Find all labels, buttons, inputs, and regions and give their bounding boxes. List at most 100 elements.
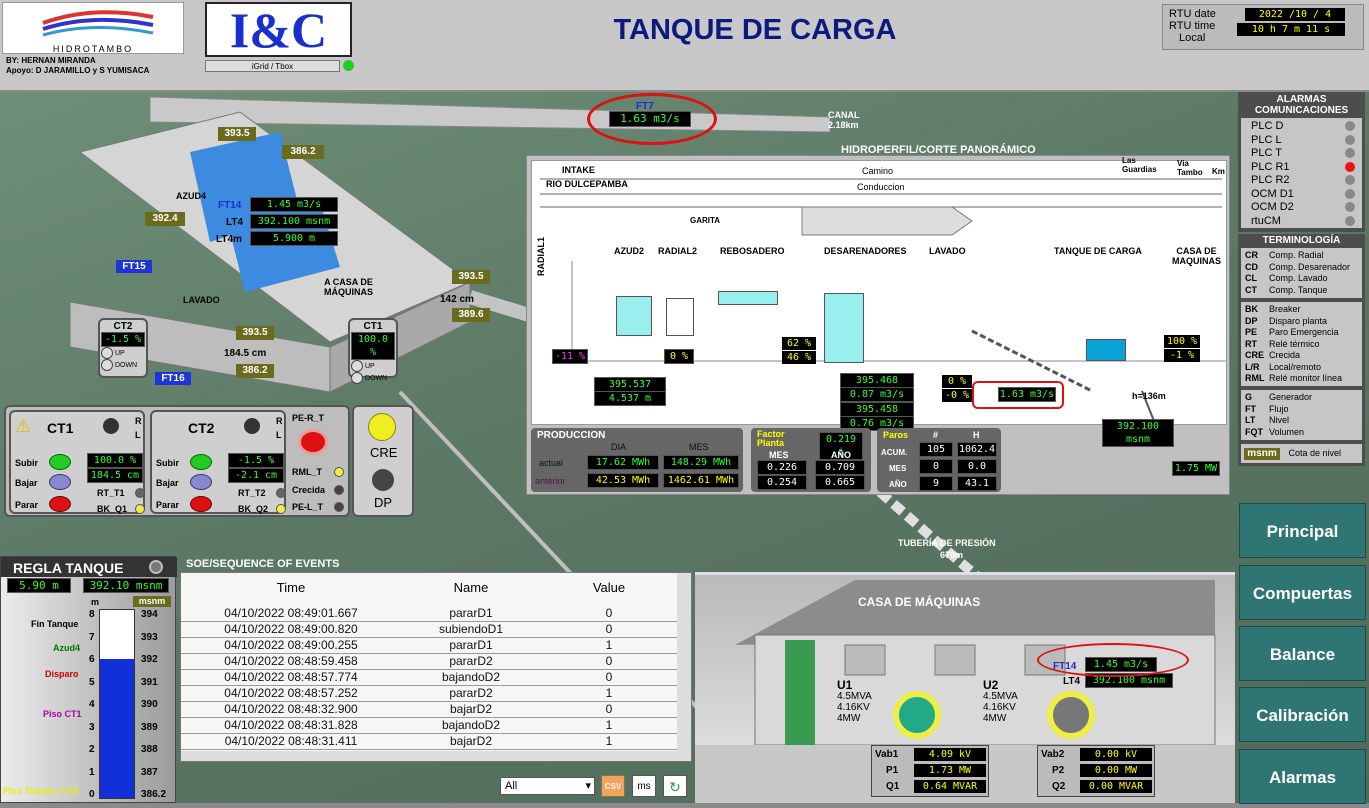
table-row[interactable]: 04/10/2022 08:48:31.411 bajarD2 1: [181, 733, 677, 750]
ct1-r: R: [135, 416, 142, 426]
emergency-stop-button[interactable]: [298, 429, 328, 455]
paros-mes-label: MES: [889, 464, 907, 473]
ct1-selector-icon[interactable]: [103, 418, 119, 434]
ct2-r: R: [276, 416, 283, 426]
soe-filter-select[interactable]: All ▾: [500, 777, 595, 795]
cd1-value: 62 %: [782, 337, 816, 350]
ct1-profile-value: 100 %: [1164, 335, 1200, 348]
table-row[interactable]: 04/10/2022 08:49:00.820 subiendoD1 0: [181, 621, 677, 638]
paros-ano-num: 9: [919, 476, 953, 491]
igrid-label[interactable]: iGrid / Tbox: [205, 60, 340, 72]
soe-cell-name: subiendoD1: [401, 621, 541, 638]
dp-indicator[interactable]: [372, 469, 394, 491]
term-desc: Flujo: [1269, 403, 1289, 414]
csv-export-button[interactable]: CSV: [601, 775, 625, 797]
table-row[interactable]: 04/10/2022 08:48:59.458 pararD2 0: [181, 653, 677, 670]
term-desc: Generador: [1269, 392, 1313, 402]
term-item: L/R Local/remoto: [1245, 362, 1321, 373]
ct2-up-radio[interactable]: [101, 347, 113, 359]
table-row[interactable]: 04/10/2022 08:48:32.900 bajarD2 0: [181, 701, 677, 718]
soe-cell-time: 04/10/2022 08:48:31.828: [181, 717, 401, 734]
soe-cell-time: 04/10/2022 08:48:57.774: [181, 669, 401, 686]
term-desc: Comp. Radial: [1269, 250, 1324, 260]
regla-settings-icon[interactable]: [149, 560, 163, 574]
u1-generator-icon[interactable]: [893, 691, 941, 739]
ct1-bajar-button[interactable]: [49, 474, 71, 490]
ct1-value1: 100.0 %: [87, 453, 143, 468]
nav-balance-button[interactable]: Balance: [1239, 626, 1366, 681]
regla-tick-m: 6: [89, 654, 95, 665]
sec-rebosadero: REBOSADERO: [720, 246, 785, 256]
lt4-value: 392.100 msnm: [250, 214, 338, 229]
table-row[interactable]: 04/10/2022 08:49:01.667 pararD1 0: [181, 605, 677, 622]
factor-mes-label: MES: [769, 450, 789, 460]
soe-cell-name: bajandoD2: [401, 669, 541, 686]
ct1-small-title: CT1: [363, 321, 383, 332]
table-row[interactable]: 04/10/2022 08:48:57.252 pararD2 1: [181, 685, 677, 702]
term-item: G Generador: [1245, 392, 1312, 403]
rml-label: RML_T: [292, 467, 322, 477]
dp-label: DP: [374, 495, 393, 510]
ct2-selector-icon[interactable]: [244, 418, 260, 434]
level-184cm: 184.5 cm: [224, 348, 267, 359]
soe-col-name[interactable]: Name: [401, 573, 541, 603]
cre-indicator[interactable]: [368, 413, 396, 441]
soe-table: 04/10/2022 08:49:01.667 pararD1 0 04/10/202…: [181, 605, 677, 761]
ct2-small-panel[interactable]: CT2 -1.5 % UP DOWN: [98, 318, 148, 378]
ct2-value1: -1.5 %: [228, 453, 284, 468]
ct1-down-label: DOWN: [364, 374, 388, 382]
soe-col-value[interactable]: Value: [541, 573, 677, 603]
status-dot-icon: [1345, 134, 1355, 145]
soe-cell-value: 1: [541, 733, 677, 750]
ct1-parar-button[interactable]: [49, 496, 71, 512]
ct2-bajar-button[interactable]: [190, 474, 212, 490]
soe-rows: 04/10/2022 08:49:01.667 pararD1 0 04/10/202…: [181, 605, 677, 761]
term-desc: Paro Emergencia: [1269, 327, 1339, 337]
ms-button[interactable]: ms: [632, 775, 656, 797]
u2-generator-icon[interactable]: [1047, 691, 1095, 739]
ft1-value: 0.87 m3/s: [840, 387, 914, 402]
regla-tick-msnm: 394: [141, 609, 158, 620]
term-desc: Relé monitor línea: [1269, 373, 1343, 383]
nav-alarmas-button[interactable]: Alarmas: [1239, 749, 1366, 804]
term-item: CD Comp. Desarenador: [1245, 262, 1350, 273]
soe-cell-name: bajarD2: [401, 701, 541, 718]
ft14-value: 1.45 m3/s: [250, 197, 338, 212]
chevron-down-icon: ▾: [585, 780, 591, 792]
ct2-subir-button[interactable]: [190, 454, 212, 470]
nav-compuertas-button[interactable]: Compuertas: [1239, 565, 1366, 620]
terminology-g3: G Generador FT Flujo LT Nivel FQT Volumen: [1241, 390, 1362, 440]
term-desc: Relé térmico: [1269, 338, 1320, 349]
regla-tick-m: 8: [89, 609, 95, 620]
alarm-com-label: PLC D: [1251, 120, 1284, 132]
ct1-small-panel[interactable]: CT1 100.0 % UP DOWN: [348, 318, 398, 384]
nav-calibracion-button[interactable]: Calibración: [1239, 687, 1366, 742]
u2-label: U2: [983, 678, 999, 692]
table-row[interactable]: 04/10/2022 08:48:57.774 bajandoD2 0: [181, 669, 677, 686]
soe-col-time[interactable]: Time: [181, 573, 401, 603]
lt3m-value: 4.537 m: [594, 391, 666, 406]
table-row[interactable]: 04/10/2022 08:48:31.828 bajandoD2 1: [181, 717, 677, 734]
factor-panel: Factor Planta 0.219 i MES AÑO 0.226 0.70…: [751, 428, 871, 492]
ct2-parar-button[interactable]: [190, 496, 212, 512]
factor-3: 0.254: [757, 475, 807, 490]
ct1-up-radio[interactable]: [351, 360, 363, 372]
ct2-up-label: UP: [114, 349, 125, 357]
ct2-down-radio[interactable]: [101, 359, 113, 371]
soe-table-panel: Time Name Value 04/10/2022 08:49:01.667 p…: [180, 572, 692, 762]
pel-label: PE-L_T: [292, 502, 324, 512]
ct1-down-radio[interactable]: [351, 372, 363, 384]
soe-cell-value: 1: [541, 637, 677, 654]
prod-dia-label: DIA: [611, 442, 627, 452]
soe-scrollbar[interactable]: [677, 573, 691, 751]
refresh-icon[interactable]: ↻: [663, 775, 687, 797]
ct1-subir-button[interactable]: [49, 454, 71, 470]
alarm-com-item: rtuCM: [1251, 215, 1355, 227]
q1-value: 0.64 MVAR: [914, 780, 986, 793]
nav-principal-button[interactable]: Principal: [1239, 503, 1366, 558]
table-row[interactable]: 04/10/2022 08:49:00.255 pararD1 1: [181, 637, 677, 654]
ct2-title: CT2: [188, 420, 215, 436]
ic-logo: I&C: [205, 2, 352, 57]
soe-hscrollbar[interactable]: [181, 751, 691, 761]
regla-tick-m: 0: [89, 789, 95, 800]
